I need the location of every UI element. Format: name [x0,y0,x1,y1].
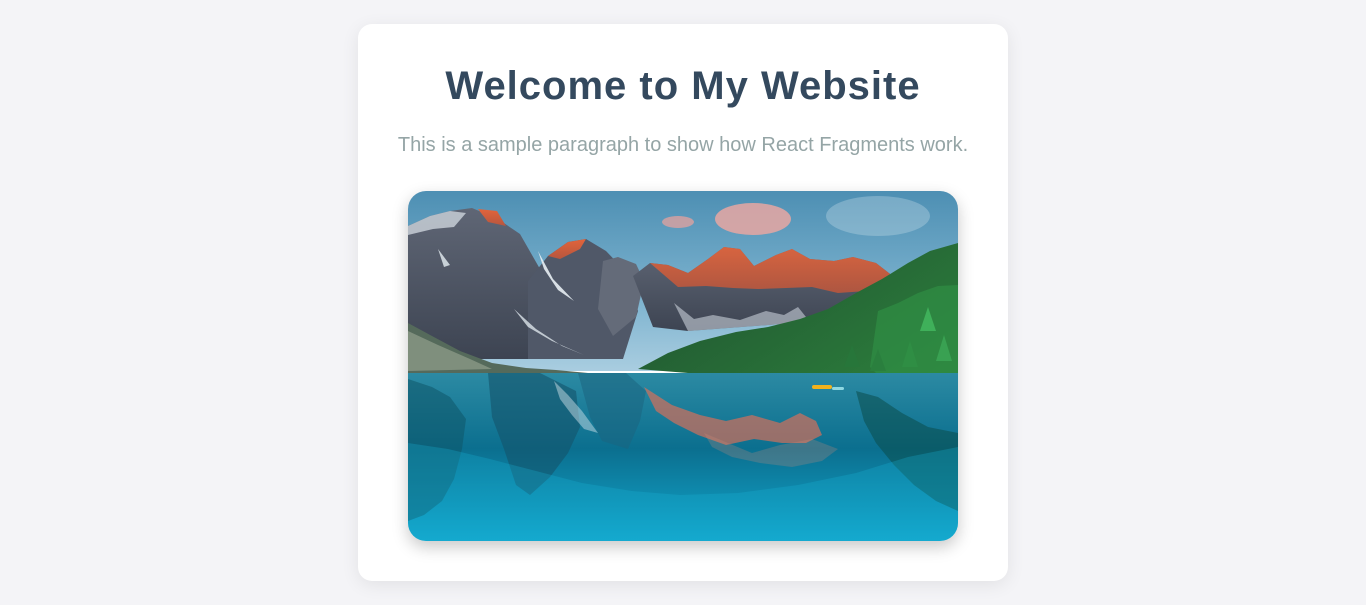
content-card: Welcome to My Website This is a sample p… [358,24,1008,581]
intro-paragraph: This is a sample paragraph to show how R… [397,134,969,156]
landscape-illustration [408,191,958,541]
page-title: Welcome to My Website [445,64,921,108]
landscape-image [408,191,958,541]
